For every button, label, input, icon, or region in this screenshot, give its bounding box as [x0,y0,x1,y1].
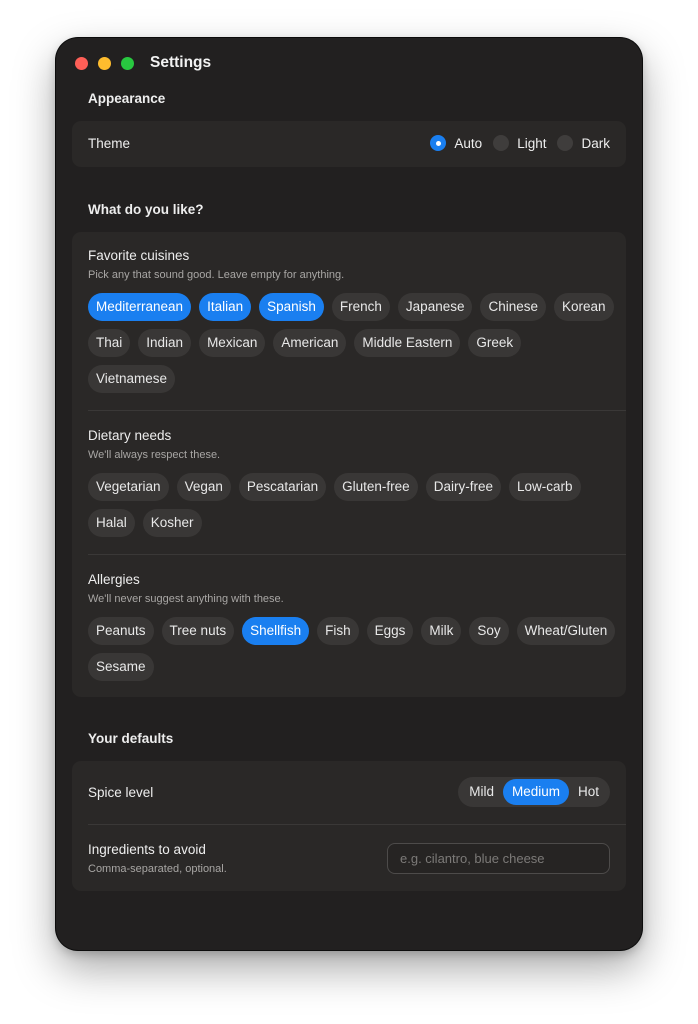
dietary-chips: Vegetarian Vegan Pescatarian Gluten-free Dai… [88,473,624,545]
allergy-chip-eggs[interactable]: Eggs [366,617,414,645]
dietary-chip-vegetarian[interactable]: Vegetarian [88,473,169,501]
cuisines-label: Favorite cuisines [88,248,190,263]
cuisine-chip-chinese[interactable]: Chinese [480,293,547,321]
theme-option-light[interactable]: Light [493,135,546,151]
ingredients-avoid-input[interactable] [387,843,610,874]
dietary-label: Dietary needs [88,428,172,443]
theme-radio-dark[interactable] [557,135,574,151]
theme-option-label: Auto [454,135,483,151]
dietary-description: We'll always respect these. [88,449,221,461]
theme-radio-group: Auto Light Dark [419,135,610,151]
ingredients-avoid-label: Ingredients to avoid [88,842,206,857]
window-title: Settings [150,54,212,71]
dietary-chip-gluten-free[interactable]: Gluten-free [334,473,418,501]
cuisine-chips: Mediterranean Italian Spanish French Japanes… [88,293,624,401]
cuisine-chip-spanish[interactable]: Spanish [259,293,324,321]
spice-option-hot[interactable]: Hot [569,779,608,805]
cuisine-chip-thai[interactable]: Thai [88,329,131,357]
cuisines-description: Pick any that sound good. Leave empty fo… [88,269,345,281]
theme-option-dark[interactable]: Dark [557,135,610,151]
cuisine-chip-mexican[interactable]: Mexican [199,329,266,357]
close-window-button[interactable] [75,57,88,70]
likes-card: Favorite cuisines Pick any that sound go… [72,232,626,697]
minimize-window-button[interactable] [98,57,111,70]
cuisine-chip-middle-eastern[interactable]: Middle Eastern [354,329,461,357]
theme-radio-light[interactable] [493,135,510,151]
defaults-card: Spice level Mild Medium Hot Ingredients to… [72,761,626,891]
dietary-chip-vegan[interactable]: Vegan [176,473,231,501]
ingredients-avoid-description: Comma-separated, optional. [88,863,227,875]
allergies-label: Allergies [88,572,140,587]
appearance-card: Theme Auto Light Dark [72,121,626,167]
divider [88,824,626,825]
cuisine-chip-korean[interactable]: Korean [554,293,614,321]
allergies-description: We'll never suggest anything with these. [88,593,284,605]
spice-level-segmented-control: Mild Medium Hot [458,777,610,807]
likes-heading: What do you like? [88,202,204,217]
theme-option-label: Dark [581,135,610,151]
theme-option-auto[interactable]: Auto [430,135,482,151]
spice-option-medium[interactable]: Medium [502,779,569,805]
dietary-chip-low-carb[interactable]: Low-carb [508,473,581,501]
spice-option-mild[interactable]: Mild [460,779,503,805]
allergy-chip-milk[interactable]: Milk [421,617,462,645]
cuisine-chip-french[interactable]: French [331,293,390,321]
dietary-chip-halal[interactable]: Halal [88,509,135,537]
theme-option-label: Light [517,135,547,151]
theme-label: Theme [88,136,131,151]
allergy-chip-peanuts[interactable]: Peanuts [88,617,154,645]
theme-radio-auto[interactable] [430,135,447,151]
allergy-chip-sesame[interactable]: Sesame [88,653,154,681]
allergy-chip-tree-nuts[interactable]: Tree nuts [161,617,235,645]
dietary-chip-pescatarian[interactable]: Pescatarian [238,473,327,501]
cuisine-chip-japanese[interactable]: Japanese [397,293,473,321]
dietary-chip-dairy-free[interactable]: Dairy-free [425,473,501,501]
cuisine-chip-indian[interactable]: Indian [138,329,192,357]
cuisine-chip-american[interactable]: American [273,329,347,357]
zoom-window-button[interactable] [121,57,134,70]
allergy-chip-fish[interactable]: Fish [317,617,359,645]
allergy-chip-wheat-gluten[interactable]: Wheat/Gluten [516,617,616,645]
allergy-chip-soy[interactable]: Soy [469,617,509,645]
defaults-heading: Your defaults [88,731,174,746]
spice-level-label: Spice level [88,785,154,800]
title-bar: Settings [56,38,642,88]
dietary-chip-kosher[interactable]: Kosher [142,509,202,537]
divider [88,554,626,555]
divider [88,410,626,411]
cuisine-chip-greek[interactable]: Greek [468,329,522,357]
cuisine-chip-vietnamese[interactable]: Vietnamese [88,365,176,393]
settings-window: Settings Appearance Theme Auto Light Dark … [56,38,642,950]
allergy-chips: Peanuts Tree nuts Shellfish Fish Eggs Milk Soy… [88,617,624,689]
appearance-heading: Appearance [88,91,166,106]
cuisine-chip-mediterranean[interactable]: Mediterranean [88,293,192,321]
allergy-chip-shellfish[interactable]: Shellfish [242,617,310,645]
cuisine-chip-italian[interactable]: Italian [199,293,252,321]
